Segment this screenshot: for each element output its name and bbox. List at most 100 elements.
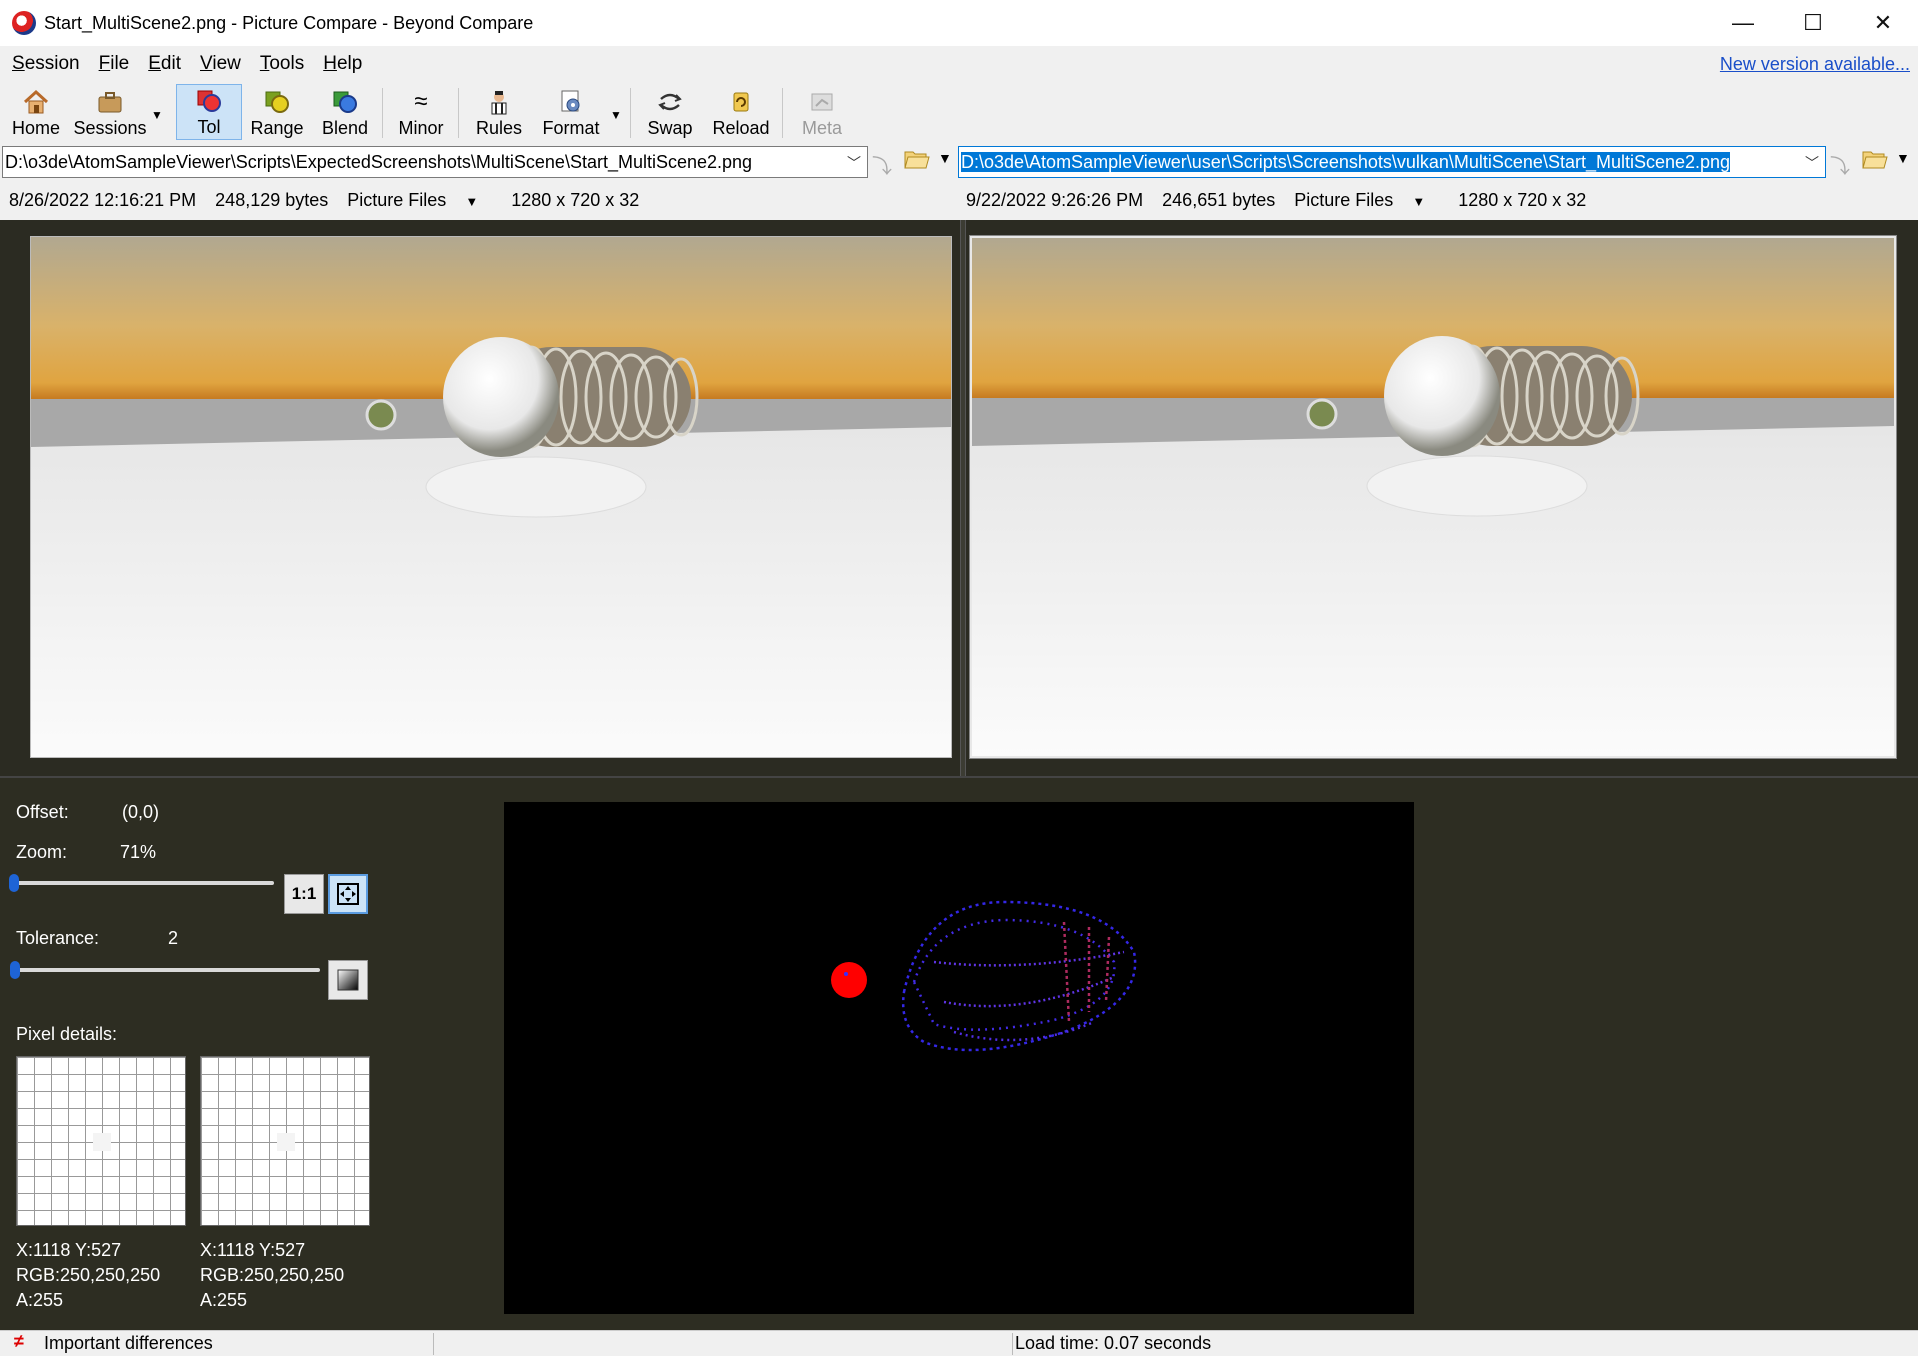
reload-button[interactable]: Reload	[706, 84, 776, 140]
tolerance-slider-thumb[interactable]	[10, 961, 20, 979]
right-scene-image	[972, 238, 1894, 756]
left-pixel-rgb: RGB:250,250,250	[16, 1265, 161, 1285]
left-pixel-coords: X:1118 Y:527	[16, 1240, 122, 1260]
load-time-text: Load time: 0.07 seconds	[1015, 1333, 1212, 1353]
right-path-text: D:\o3de\AtomSampleViewer\user\Scripts\Sc…	[961, 152, 1731, 172]
right-navigate-arrow-icon[interactable]: ⤵	[1830, 150, 1850, 179]
right-path-input[interactable]: D:\o3de\AtomSampleViewer\user\Scripts\Sc…	[958, 146, 1826, 178]
reload-label: Reload	[712, 118, 770, 138]
zoom-value: 71%	[120, 842, 157, 862]
approximately-equal-icon: ≈	[414, 88, 428, 115]
right-open-folder-icon[interactable]	[1862, 148, 1888, 176]
blend-button[interactable]: Blend	[314, 84, 376, 140]
rules-label: Rules	[475, 118, 523, 138]
chevron-down-icon: ▼	[1412, 194, 1426, 209]
right-pixel-info: X:1118 Y:527 RGB:250,250,250 A:255	[200, 1238, 344, 1313]
difference-image-view[interactable]	[504, 802, 1414, 1314]
gradient-icon	[337, 969, 359, 991]
right-pixel-center	[277, 1133, 295, 1151]
range-button[interactable]: Range	[246, 84, 308, 140]
minor-label: Minor	[398, 118, 444, 138]
chevron-down-icon: ▼	[465, 194, 479, 209]
left-format-select[interactable]: Picture Files ▼	[347, 190, 492, 210]
format-button[interactable]: Format	[536, 84, 606, 140]
status-separator	[1012, 1333, 1013, 1355]
toolbar-separator	[782, 88, 783, 138]
pane-splitter[interactable]	[960, 220, 966, 776]
minor-button[interactable]: ≈ Minor	[390, 84, 452, 140]
tol-button[interactable]: Tol	[176, 84, 242, 140]
new-version-link[interactable]: New version available...	[1720, 54, 1910, 75]
right-format-select[interactable]: Picture Files ▼	[1294, 190, 1439, 210]
range-label: Range	[250, 118, 304, 138]
briefcase-icon	[96, 89, 124, 115]
toolbar: Home Sessions ▼ Tol Range Blend ≈ Minor …	[0, 82, 1918, 142]
actual-size-button[interactable]: 1:1	[284, 874, 324, 914]
status-bar: ≠ Important differences Load time: 0.07 …	[0, 1330, 1918, 1356]
meta-icon	[808, 89, 836, 115]
menu-bar: Session File Edit View Tools Help New ve…	[0, 46, 1918, 82]
home-button[interactable]: Home	[8, 84, 64, 140]
difference-map	[831, 900, 1137, 1052]
meta-button[interactable]: Meta	[790, 84, 854, 140]
close-button[interactable]: ✕	[1848, 0, 1918, 46]
menu-help[interactable]: Help	[316, 53, 369, 75]
left-pixel-center	[93, 1133, 111, 1151]
format-label: Format	[542, 118, 600, 138]
left-pixel-info: X:1118 Y:527 RGB:250,250,250 A:255	[16, 1238, 160, 1313]
tolerance-slider-track[interactable]	[14, 968, 320, 972]
left-folder-dropdown-arrow-icon[interactable]: ▼	[938, 150, 952, 166]
referee-icon	[485, 89, 513, 115]
maximize-button[interactable]: ☐	[1778, 0, 1848, 46]
tolerance-gradient-button[interactable]	[328, 960, 368, 1000]
swap-label: Swap	[647, 118, 693, 138]
tolerance-label: Tolerance:	[16, 928, 100, 948]
sessions-dropdown-arrow-icon[interactable]: ▼	[151, 108, 163, 122]
left-path-dropdown-arrow-icon[interactable]: ﹀	[847, 147, 861, 177]
left-file-date: 8/26/2022 12:16:21 PM	[9, 190, 197, 210]
toolbar-separator	[458, 88, 459, 138]
left-image-pane[interactable]	[30, 236, 952, 758]
left-scene-image	[31, 237, 951, 757]
rules-button[interactable]: Rules	[466, 84, 532, 140]
menu-file[interactable]: File	[92, 53, 137, 75]
left-pixel-grid	[16, 1056, 186, 1226]
menu-session[interactable]: Session	[5, 53, 87, 75]
right-image-pane[interactable]	[969, 235, 1897, 759]
zoom-slider-thumb[interactable]	[9, 874, 19, 892]
right-folder-dropdown-arrow-icon[interactable]: ▼	[1896, 150, 1910, 166]
home-icon	[22, 89, 50, 115]
tolerance-value: 2	[168, 928, 179, 948]
blend-icon	[331, 89, 359, 115]
fit-to-window-button[interactable]	[328, 874, 368, 914]
image-comparison-area	[0, 220, 1918, 776]
format-gear-icon	[557, 89, 585, 115]
zoom-slider-track[interactable]	[14, 881, 274, 885]
left-navigate-arrow-icon[interactable]: ⤵	[872, 150, 892, 179]
right-file-info: 9/22/2022 9:26:26 PM 246,651 bytes Pictu…	[966, 184, 1600, 216]
range-icon	[263, 89, 291, 115]
menu-tools[interactable]: Tools	[253, 53, 311, 75]
swap-button[interactable]: Swap	[638, 84, 702, 140]
format-dropdown-arrow-icon[interactable]: ▼	[610, 108, 622, 122]
home-label: Home	[11, 118, 60, 138]
right-pixel-grid	[200, 1056, 370, 1226]
sessions-button[interactable]: Sessions	[72, 84, 148, 140]
sessions-label: Sessions	[73, 118, 147, 138]
right-file-dimensions: 1280 x 720 x 32	[1458, 190, 1587, 210]
left-path-input[interactable]: D:\o3de\AtomSampleViewer\Scripts\Expecte…	[2, 146, 868, 178]
diff-status-text: Important differences	[44, 1333, 213, 1353]
window-title: Start_MultiScene2.png - Picture Compare …	[44, 12, 534, 33]
right-file-size: 246,651 bytes	[1162, 190, 1276, 210]
menu-view[interactable]: View	[193, 53, 248, 75]
details-panel: Offset: (0,0) Zoom: 71% 1:1 Tolerance: 2…	[0, 776, 1918, 1330]
left-path-text: D:\o3de\AtomSampleViewer\Scripts\Expecte…	[5, 152, 753, 172]
title-bar: Start_MultiScene2.png - Picture Compare …	[0, 0, 1918, 46]
minimize-button[interactable]: —	[1708, 0, 1778, 46]
right-pixel-rgb: RGB:250,250,250	[200, 1265, 345, 1285]
right-path-dropdown-arrow-icon[interactable]: ﹀	[1805, 147, 1819, 177]
menu-edit[interactable]: Edit	[141, 53, 188, 75]
left-open-folder-icon[interactable]	[904, 148, 930, 176]
pixel-details-label: Pixel details:	[16, 1024, 118, 1044]
right-file-date: 9/22/2022 9:26:26 PM	[966, 190, 1144, 210]
